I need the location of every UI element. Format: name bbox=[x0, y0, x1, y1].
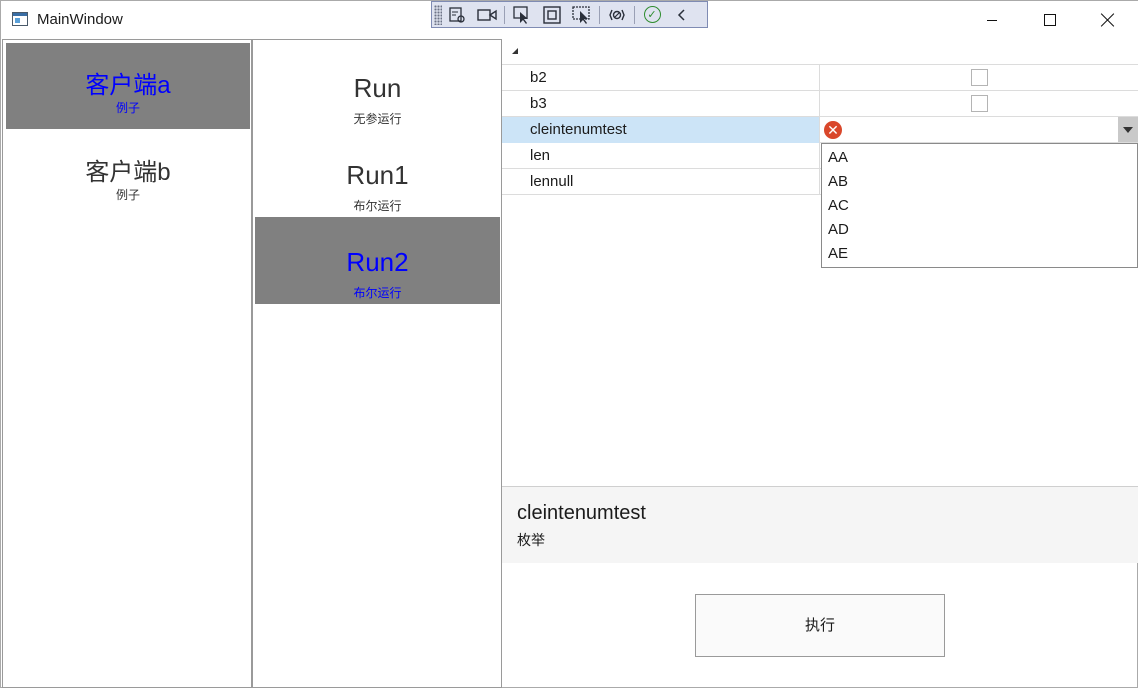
toolbar-separator bbox=[599, 5, 600, 24]
pointer-select-icon[interactable] bbox=[507, 3, 537, 27]
close-icon bbox=[1101, 13, 1115, 27]
client-item-b[interactable]: 客户端b 例子 bbox=[6, 130, 250, 216]
client-list: 客户端a 例子 客户端b 例子 bbox=[2, 39, 252, 688]
b3-checkbox[interactable] bbox=[971, 95, 988, 112]
collapse-chevron-icon[interactable] bbox=[667, 3, 697, 27]
run-item-run1[interactable]: Run1 布尔运行 bbox=[255, 130, 500, 217]
description-panel: cleintenumtest 枚举 bbox=[502, 486, 1138, 563]
title-bar[interactable]: MainWindow ✓ bbox=[1, 1, 1138, 39]
dropdown-option[interactable]: AA bbox=[822, 146, 1137, 170]
run-name: Run1 bbox=[346, 160, 409, 190]
enum-dropdown-list: AA AB AC AD AE bbox=[821, 143, 1138, 268]
track-focus-icon[interactable] bbox=[567, 3, 597, 27]
property-row-b3[interactable]: b3 bbox=[502, 91, 1138, 117]
dropdown-option[interactable]: AD bbox=[822, 218, 1137, 242]
error-icon: ✕ bbox=[824, 121, 842, 139]
category-collapse-icon[interactable] bbox=[512, 48, 518, 54]
property-name: b3 bbox=[502, 91, 820, 117]
run-item-run2[interactable]: Run2 布尔运行 bbox=[255, 217, 500, 304]
layout-adorner-icon[interactable] bbox=[537, 3, 567, 27]
minimize-icon bbox=[987, 19, 997, 21]
client-name: 客户端a bbox=[85, 72, 171, 99]
run-subtitle: 布尔运行 bbox=[353, 286, 402, 300]
maximize-button[interactable] bbox=[1021, 1, 1079, 39]
toolbar-grip[interactable] bbox=[434, 4, 442, 25]
run-name: Run2 bbox=[346, 247, 409, 277]
client-subtitle: 例子 bbox=[115, 101, 140, 115]
run-item-run[interactable]: Run 无参运行 bbox=[255, 43, 500, 130]
main-window: MainWindow ✓ 客户端a 例子 客户端b 例子 Run 无参运行 Ru… bbox=[0, 0, 1138, 688]
execute-button[interactable]: 执行 bbox=[695, 594, 945, 657]
dropdown-option[interactable]: AE bbox=[822, 242, 1137, 266]
dropdown-option[interactable]: AC bbox=[822, 194, 1137, 218]
select-element-icon[interactable] bbox=[442, 3, 472, 27]
chevron-down-icon bbox=[1123, 126, 1133, 133]
property-name: len bbox=[502, 143, 820, 169]
run-name: Run bbox=[353, 73, 402, 103]
property-name: cleintenumtest bbox=[502, 117, 820, 143]
client-item-a[interactable]: 客户端a 例子 bbox=[6, 43, 250, 129]
enum-combobox[interactable]: ✕ bbox=[820, 117, 1138, 143]
binding-failures-icon[interactable] bbox=[602, 3, 632, 27]
run-list: Run 无参运行 Run1 布尔运行 Run2 布尔运行 bbox=[252, 39, 502, 688]
description-text: 枚举 bbox=[517, 532, 545, 548]
window-title: MainWindow bbox=[37, 11, 123, 28]
property-name: b2 bbox=[502, 65, 820, 91]
minimize-button[interactable] bbox=[963, 1, 1021, 39]
dropdown-option[interactable]: AB bbox=[822, 170, 1137, 194]
property-value bbox=[820, 91, 1138, 117]
toolbar-separator bbox=[634, 5, 635, 24]
dropdown-arrow-button[interactable] bbox=[1118, 117, 1138, 142]
property-row-b2[interactable]: b2 bbox=[502, 65, 1138, 91]
property-row-cleintenumtest[interactable]: cleintenumtest ✕ bbox=[502, 117, 1138, 143]
run-subtitle: 无参运行 bbox=[353, 112, 402, 126]
record-icon[interactable] bbox=[472, 3, 502, 27]
client-subtitle: 例子 bbox=[115, 188, 140, 202]
close-button[interactable] bbox=[1079, 1, 1137, 39]
property-name: lennull bbox=[502, 169, 820, 195]
description-title: cleintenumtest bbox=[517, 502, 646, 524]
property-value bbox=[820, 65, 1138, 91]
debug-toolbar: ✓ bbox=[431, 1, 708, 28]
toolbar-separator bbox=[504, 5, 505, 24]
app-window-icon bbox=[12, 12, 28, 26]
run-subtitle: 布尔运行 bbox=[353, 199, 402, 213]
check-icon[interactable]: ✓ bbox=[637, 3, 667, 27]
maximize-icon bbox=[1044, 14, 1056, 26]
b2-checkbox[interactable] bbox=[971, 69, 988, 86]
client-name: 客户端b bbox=[85, 159, 171, 186]
